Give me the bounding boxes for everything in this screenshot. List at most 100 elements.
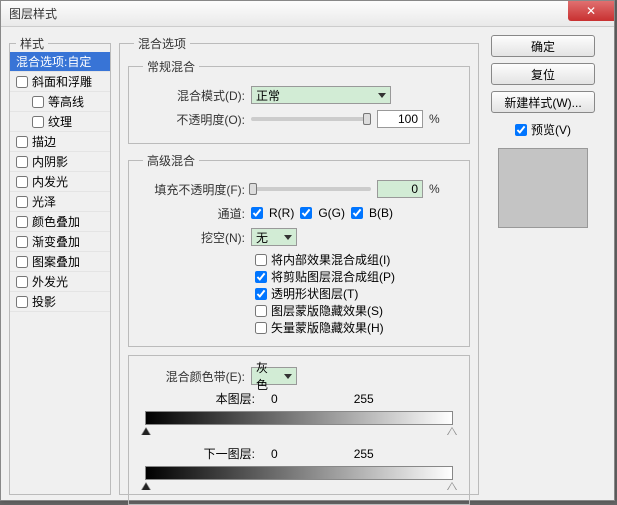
opacity-pct: % [429,112,440,126]
style-item-1[interactable]: 斜面和浮雕 [10,72,110,92]
new-style-button[interactable]: 新建样式(W)... [491,91,595,113]
blendif-label: 混合颜色带(E): [137,368,245,385]
close-button[interactable]: ✕ [568,1,614,21]
knockout-value: 无 [256,229,268,246]
style-checkbox[interactable] [16,236,28,248]
adv-opt-checkbox-2[interactable] [255,288,267,300]
style-item-label: 外发光 [32,273,68,290]
style-item-6[interactable]: 内发光 [10,172,110,192]
layer-style-dialog: 图层样式 ✕ 样式 混合选项:自定斜面和浮雕等高线纹理描边内阴影内发光光泽颜色叠… [0,0,615,501]
this-lo: 0 [271,392,278,406]
adv-opt-checkbox-4[interactable] [255,322,267,334]
preview-checkbox[interactable] [515,124,527,136]
blend-mode-value: 正常 [256,87,280,104]
close-icon: ✕ [586,4,596,18]
ok-button[interactable]: 确定 [491,35,595,57]
adv-opt-row: 将剪贴图层混合成组(P) [255,268,461,285]
adv-opt-row: 透明形状图层(T) [255,285,461,302]
this-hi: 255 [354,392,374,406]
style-checkbox[interactable] [16,156,28,168]
style-item-label: 内阴影 [32,153,68,170]
general-legend: 常规混合 [143,58,199,75]
style-item-label: 等高线 [48,93,84,110]
style-checkbox[interactable] [16,276,28,288]
blendif-select[interactable]: 灰色 [251,367,297,385]
style-item-label: 纹理 [48,113,72,130]
adv-opt-label: 矢量蒙版隐藏效果(H) [271,319,384,336]
style-checkbox[interactable] [16,256,28,268]
adv-opt-checkbox-1[interactable] [255,271,267,283]
slider-handle-icon[interactable] [141,427,151,435]
blend-mode-select[interactable]: 正常 [251,86,391,104]
style-item-label: 投影 [32,293,56,310]
style-item-4[interactable]: 描边 [10,132,110,152]
adv-opt-row: 图层蒙版隐藏效果(S) [255,302,461,319]
style-checkbox[interactable] [32,116,44,128]
style-item-12[interactable]: 投影 [10,292,110,312]
general-blend-group: 常规混合 混合模式(D): 正常 不透明度(O): 100 % [128,58,470,144]
style-item-10[interactable]: 图案叠加 [10,252,110,272]
channel-label: 通道: [137,205,245,222]
style-item-5[interactable]: 内阴影 [10,152,110,172]
channel-r-checkbox[interactable] [251,207,263,219]
preview-label: 预览(V) [531,121,571,138]
style-checkbox[interactable] [16,296,28,308]
style-item-11[interactable]: 外发光 [10,272,110,292]
opacity-slider[interactable] [251,117,371,121]
blend-mode-label: 混合模式(D): [137,87,245,104]
style-checkbox[interactable] [16,136,28,148]
slider-handle-icon[interactable] [447,427,457,435]
this-layer-band[interactable] [145,411,453,429]
adv-opt-checkbox-0[interactable] [255,254,267,266]
next-layer-band[interactable] [145,466,453,484]
knockout-label: 挖空(N): [137,229,245,246]
next-layer-label: 下一图层: [145,445,255,462]
fill-opacity-slider[interactable] [251,187,371,191]
channel-b-label: B(B) [369,206,393,220]
style-checkbox[interactable] [32,96,44,108]
knockout-select[interactable]: 无 [251,228,297,246]
chevron-down-icon [378,93,386,98]
style-checkbox[interactable] [16,176,28,188]
fill-pct: % [429,182,440,196]
fill-opacity-label: 填充不透明度(F): [137,181,245,198]
blendif-value: 灰色 [256,359,278,393]
adv-opt-label: 将内部效果混合成组(I) [271,251,390,268]
window-title: 图层样式 [9,5,57,22]
style-item-label: 图案叠加 [32,253,80,270]
channel-g-label: G(G) [318,206,345,220]
style-item-2[interactable]: 等高线 [10,92,110,112]
style-item-label: 光泽 [32,193,56,210]
style-item-9[interactable]: 渐变叠加 [10,232,110,252]
style-item-label: 内发光 [32,173,68,190]
style-checkbox[interactable] [16,216,28,228]
blend-options-legend: 混合选项 [134,35,190,52]
slider-handle-icon[interactable] [141,482,151,490]
chevron-down-icon [284,235,292,240]
style-item-label: 混合选项:自定 [16,53,91,70]
preview-swatch [498,148,588,228]
chevron-down-icon [284,374,292,379]
style-item-7[interactable]: 光泽 [10,192,110,212]
reset-button[interactable]: 复位 [491,63,595,85]
channel-g-checkbox[interactable] [300,207,312,219]
adv-opt-label: 透明形状图层(T) [271,285,358,302]
channel-r-label: R(R) [269,206,294,220]
style-item-0[interactable]: 混合选项:自定 [10,52,110,72]
next-lo: 0 [271,447,278,461]
styles-panel: 样式 混合选项:自定斜面和浮雕等高线纹理描边内阴影内发光光泽颜色叠加渐变叠加图案… [9,35,111,495]
adv-opt-label: 图层蒙版隐藏效果(S) [271,302,383,319]
next-hi: 255 [354,447,374,461]
style-item-3[interactable]: 纹理 [10,112,110,132]
style-checkbox[interactable] [16,76,28,88]
style-item-8[interactable]: 颜色叠加 [10,212,110,232]
channel-b-checkbox[interactable] [351,207,363,219]
titlebar: 图层样式 ✕ [1,1,614,27]
slider-handle-icon[interactable] [447,482,457,490]
opacity-value[interactable]: 100 [377,110,423,128]
fill-opacity-value[interactable]: 0 [377,180,423,198]
style-checkbox[interactable] [16,196,28,208]
style-item-label: 颜色叠加 [32,213,80,230]
adv-opt-checkbox-3[interactable] [255,305,267,317]
opacity-label: 不透明度(O): [137,111,245,128]
